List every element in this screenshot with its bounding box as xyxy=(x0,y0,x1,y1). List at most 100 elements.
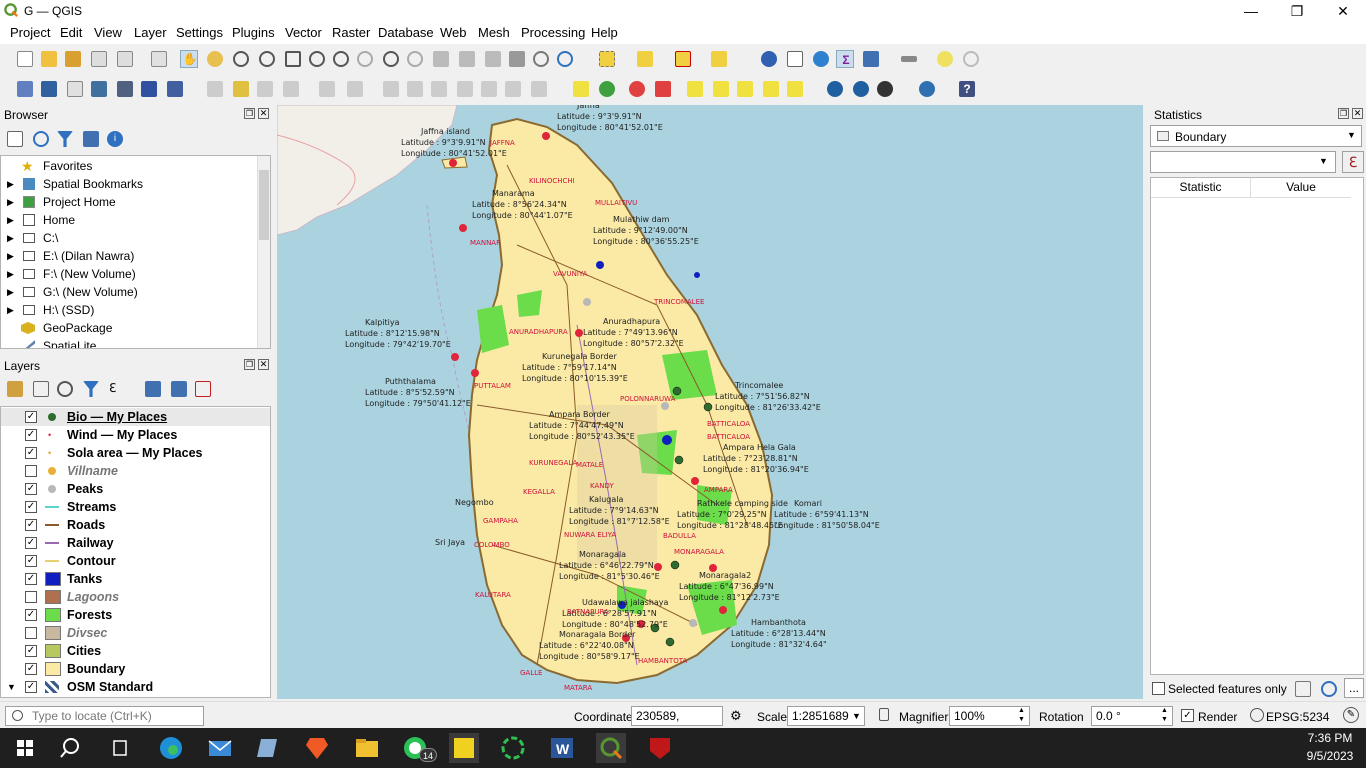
expand-arrow-icon[interactable]: ▶ xyxy=(7,283,14,301)
spatial-bookmark-icon[interactable] xyxy=(484,50,502,68)
edge-icon[interactable] xyxy=(156,733,186,763)
deselect-icon[interactable] xyxy=(674,50,692,68)
measure-icon[interactable] xyxy=(900,50,918,68)
close-panel-icon[interactable]: ✕ xyxy=(1352,108,1363,119)
word-icon[interactable]: W xyxy=(547,733,577,763)
layer-visibility-checkbox[interactable] xyxy=(25,591,37,603)
column-header-statistic[interactable]: Statistic xyxy=(1151,178,1251,198)
remove-layer-icon[interactable] xyxy=(194,380,212,398)
expand-arrow-icon[interactable]: ▶ xyxy=(7,193,14,211)
metasearch-icon[interactable] xyxy=(826,80,844,98)
digitize-icon[interactable] xyxy=(282,80,300,98)
menu-processing[interactable]: Processing xyxy=(521,25,585,40)
expand-arrow-icon[interactable]: ▶ xyxy=(7,175,14,193)
layer-row-villname[interactable]: Villname xyxy=(1,462,270,480)
add-wcs-icon[interactable] xyxy=(140,80,158,98)
zoom-full-icon[interactable] xyxy=(284,50,302,68)
browser-item-e-drive[interactable]: ▶ E:\ (Dilan Nawra) xyxy=(1,247,270,265)
move-label-icon[interactable] xyxy=(712,80,730,98)
show-hide-labels-icon[interactable] xyxy=(686,80,704,98)
new-project-icon[interactable] xyxy=(16,50,34,68)
locator-search[interactable]: Type to locate (Ctrl+K) xyxy=(5,706,204,726)
refresh-stats-icon[interactable] xyxy=(1320,680,1338,698)
layer-row-roads[interactable]: ✓ Roads xyxy=(1,516,270,534)
menu-plugins[interactable]: Plugins xyxy=(232,25,275,40)
cut-features-icon[interactable] xyxy=(406,80,424,98)
select-by-value-icon[interactable] xyxy=(636,50,654,68)
new-layout-icon[interactable] xyxy=(90,50,108,68)
select-features-icon[interactable] xyxy=(598,50,616,68)
map-canvas[interactable]: Jaffna Latitude : 9°3'9.91"N Longitude : 8… xyxy=(277,105,1143,699)
layer-visibility-checkbox[interactable] xyxy=(25,627,37,639)
close-panel-icon[interactable]: ✕ xyxy=(258,108,269,119)
layer-row-tanks[interactable]: ✓ Tanks xyxy=(1,570,270,588)
pan-to-selection-icon[interactable] xyxy=(206,50,224,68)
mail-icon[interactable] xyxy=(205,733,235,763)
field-calculator-icon[interactable] xyxy=(862,50,880,68)
new-map-view-icon[interactable] xyxy=(432,50,450,68)
add-selected-layers-icon[interactable] xyxy=(6,130,24,148)
layer-visibility-checkbox[interactable]: ✓ xyxy=(25,645,37,657)
layer-row-lagoons[interactable]: Lagoons xyxy=(1,588,270,606)
expand-all-icon[interactable] xyxy=(144,380,162,398)
expand-arrow-icon[interactable]: ▶ xyxy=(7,211,14,229)
select-location-icon[interactable] xyxy=(710,50,728,68)
label-tool-icon[interactable] xyxy=(530,80,548,98)
python-style-icon[interactable] xyxy=(150,50,168,68)
browser-item-geopackage[interactable]: GeoPackage xyxy=(1,319,270,337)
copy-icon[interactable] xyxy=(1294,680,1312,698)
expression-field[interactable]: ▼ xyxy=(1150,151,1336,173)
messages-icon[interactable]: ✎ xyxy=(1343,707,1359,723)
layer-visibility-checkbox[interactable]: ✓ xyxy=(25,681,37,693)
map-tips-icon[interactable] xyxy=(936,50,954,68)
layer-row-sola-area-my-places[interactable]: ✓ • Sola area — My Places xyxy=(1,444,270,462)
georeferencer-icon[interactable] xyxy=(876,80,894,98)
browser-item-spatialite[interactable]: SpatiaLite xyxy=(1,337,270,348)
layer-visibility-checkbox[interactable]: ✓ xyxy=(25,573,37,585)
browser-item-h-drive[interactable]: ▶ H:\ (SSD) xyxy=(1,301,270,319)
change-label-icon[interactable] xyxy=(762,80,780,98)
zoom-native-icon[interactable] xyxy=(356,50,374,68)
collapse-arrow-icon[interactable]: ▼ xyxy=(7,678,16,696)
filter-legend-icon[interactable] xyxy=(82,380,100,398)
browser-item-g-drive[interactable]: ▶ G:\ (New Volume) xyxy=(1,283,270,301)
expand-arrow-icon[interactable]: ▶ xyxy=(7,265,14,283)
layout-manager-icon[interactable] xyxy=(116,50,134,68)
rotation-field[interactable]: 0.0 ° ▲ ▼ xyxy=(1091,706,1173,726)
expand-arrow-icon[interactable]: ▶ xyxy=(7,301,14,319)
layer-visibility-checkbox[interactable]: ✓ xyxy=(25,429,37,441)
float-panel-icon[interactable]: ❐ xyxy=(244,359,255,370)
zoom-layer-icon[interactable] xyxy=(332,50,350,68)
coordinate-field[interactable]: 230589, 300813 xyxy=(631,706,723,741)
add-group-icon[interactable] xyxy=(32,380,50,398)
lock-icon[interactable] xyxy=(879,708,889,721)
layer-row-forests[interactable]: ✓ Forests xyxy=(1,606,270,624)
layer-visibility-checkbox[interactable]: ✓ xyxy=(25,609,37,621)
save-project-icon[interactable] xyxy=(64,50,82,68)
float-panel-icon[interactable]: ❐ xyxy=(1338,108,1349,119)
manage-visibility-icon[interactable] xyxy=(56,380,74,398)
spinner-icon[interactable]: ▲ ▼ xyxy=(1018,706,1025,724)
add-raster-layer-icon[interactable] xyxy=(40,80,58,98)
identify-icon[interactable] xyxy=(760,50,778,68)
browser-item-project-home[interactable]: ▶ Project Home xyxy=(1,193,270,211)
vertex-tool-icon[interactable] xyxy=(318,80,336,98)
delete-selected-icon[interactable] xyxy=(382,80,400,98)
rotate-label-icon[interactable] xyxy=(736,80,754,98)
layer-labeling-icon[interactable] xyxy=(572,80,590,98)
python-console-icon[interactable] xyxy=(918,80,936,98)
toolbox-icon[interactable] xyxy=(812,50,830,68)
refresh-browser-icon[interactable] xyxy=(32,130,50,148)
layer-row-railway[interactable]: ✓ Railway xyxy=(1,534,270,552)
globe-icon[interactable] xyxy=(1250,708,1264,722)
current-edits-icon[interactable] xyxy=(206,80,224,98)
add-wfs-icon[interactable] xyxy=(166,80,184,98)
brave-icon[interactable] xyxy=(302,733,332,763)
modify-attributes-icon[interactable] xyxy=(346,80,364,98)
add-vector-layer-icon[interactable] xyxy=(16,80,34,98)
layer-row-streams[interactable]: ✓ Streams xyxy=(1,498,270,516)
menu-help[interactable]: Help xyxy=(591,25,618,40)
menu-edit[interactable]: Edit xyxy=(60,25,82,40)
expand-arrow-icon[interactable]: ▶ xyxy=(7,247,14,265)
toggle-editing-icon[interactable] xyxy=(232,80,250,98)
